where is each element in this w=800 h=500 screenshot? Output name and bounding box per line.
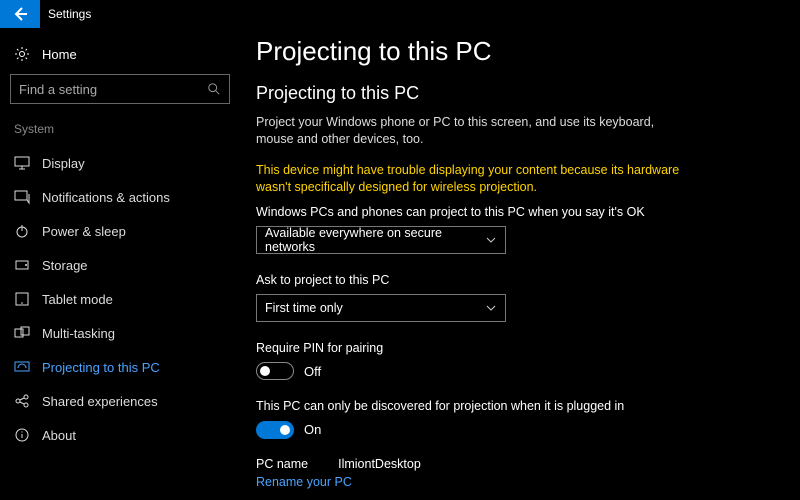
notifications-icon — [14, 189, 30, 205]
sidebar-item-storage[interactable]: Storage — [10, 248, 230, 282]
setting1-select[interactable]: Available everywhere on secure networks — [256, 226, 506, 254]
setting3-toggle[interactable] — [256, 362, 294, 380]
setting2-label: Ask to project to this PC — [256, 272, 676, 288]
chevron-down-icon — [485, 302, 497, 314]
gear-icon — [14, 46, 30, 62]
sidebar-item-shared[interactable]: Shared experiences — [10, 384, 230, 418]
nav-label: Tablet mode — [42, 292, 113, 307]
select-value: Available everywhere on secure networks — [265, 226, 485, 254]
setting2-select[interactable]: First time only — [256, 294, 506, 322]
nav-label: Power & sleep — [42, 224, 126, 239]
page-title: Projecting to this PC — [256, 36, 776, 67]
info-icon — [14, 427, 30, 443]
nav-label: Projecting to this PC — [42, 360, 160, 375]
search-field[interactable] — [19, 82, 207, 97]
nav-label: About — [42, 428, 76, 443]
sidebar-item-projecting[interactable]: Projecting to this PC — [10, 350, 230, 384]
select-value: First time only — [265, 301, 343, 315]
search-icon — [207, 82, 221, 96]
nav-list: Display Notifications & actions Power & … — [10, 146, 230, 452]
sidebar: Home System Display Notifications & acti… — [0, 28, 240, 500]
pcname-label: PC name — [256, 457, 308, 471]
sidebar-item-multitasking[interactable]: Multi-tasking — [10, 316, 230, 350]
warning-text: This device might have trouble displayin… — [256, 162, 706, 196]
section-label: System — [14, 122, 230, 136]
search-input[interactable] — [10, 74, 230, 104]
titlebar: Settings — [0, 0, 800, 28]
tablet-icon — [14, 291, 30, 307]
nav-label: Multi-tasking — [42, 326, 115, 341]
back-button[interactable] — [0, 0, 40, 28]
sidebar-item-notifications[interactable]: Notifications & actions — [10, 180, 230, 214]
setting4-state: On — [304, 422, 321, 437]
app-title: Settings — [48, 7, 91, 21]
sidebar-item-display[interactable]: Display — [10, 146, 230, 180]
content-area: Projecting to this PC Projecting to this… — [240, 28, 800, 500]
setting3-label: Require PIN for pairing — [256, 340, 676, 356]
nav-label: Notifications & actions — [42, 190, 170, 205]
nav-label: Display — [42, 156, 85, 171]
setting4-label: This PC can only be discovered for proje… — [256, 398, 676, 414]
power-icon — [14, 223, 30, 239]
shared-icon — [14, 393, 30, 409]
setting3-state: Off — [304, 364, 321, 379]
nav-label: Shared experiences — [42, 394, 158, 409]
intro-text: Project your Windows phone or PC to this… — [256, 114, 676, 148]
pcname-value: IlmiontDesktop — [338, 457, 421, 471]
arrow-left-icon — [12, 6, 28, 22]
setting1-label: Windows PCs and phones can project to th… — [256, 204, 676, 220]
home-button[interactable]: Home — [10, 40, 230, 74]
display-icon — [14, 155, 30, 171]
sidebar-item-about[interactable]: About — [10, 418, 230, 452]
rename-link[interactable]: Rename your PC — [256, 475, 776, 489]
nav-label: Storage — [42, 258, 88, 273]
storage-icon — [14, 257, 30, 273]
chevron-down-icon — [485, 234, 497, 246]
multitasking-icon — [14, 325, 30, 341]
sidebar-item-power[interactable]: Power & sleep — [10, 214, 230, 248]
section-subtitle: Projecting to this PC — [256, 83, 776, 104]
sidebar-item-tablet[interactable]: Tablet mode — [10, 282, 230, 316]
projecting-icon — [14, 359, 30, 375]
home-label: Home — [42, 47, 77, 62]
setting4-toggle[interactable] — [256, 421, 294, 439]
